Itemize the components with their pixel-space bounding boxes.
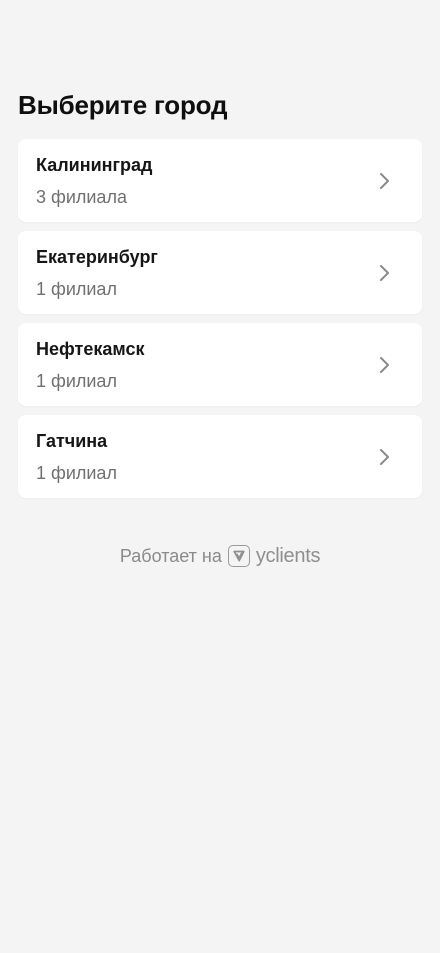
powered-by-text: Работает на xyxy=(119,546,222,566)
city-name: Гатчина xyxy=(36,431,108,451)
city-card-gatchina[interactable]: Гатчина 1 филиал xyxy=(18,415,422,498)
city-name: Екатеринбург xyxy=(36,247,158,267)
powered-by-footer: Работает на yclients xyxy=(0,541,440,571)
brand-name[interactable]: yclients xyxy=(256,541,321,571)
chevron-right-icon xyxy=(378,355,392,375)
branch-count: 1 филиал xyxy=(36,279,117,299)
city-selection-page: Выберите город Калининград 3 филиала Ека… xyxy=(0,0,440,953)
city-list: Калининград 3 филиала Екатеринбург 1 фил… xyxy=(18,139,422,507)
city-name: Нефтекамск xyxy=(36,339,145,359)
branch-count: 3 филиала xyxy=(36,187,127,207)
branch-count: 1 филиал xyxy=(36,463,117,483)
page-title: Выберите город xyxy=(18,90,228,120)
branch-count: 1 филиал xyxy=(36,371,117,391)
city-card-yekaterinburg[interactable]: Екатеринбург 1 филиал xyxy=(18,231,422,314)
yclients-logo-icon xyxy=(227,545,250,567)
city-name: Калининград xyxy=(36,155,153,175)
city-card-kaliningrad[interactable]: Калининград 3 филиала xyxy=(18,139,422,222)
chevron-right-icon xyxy=(378,171,392,191)
chevron-right-icon xyxy=(378,447,392,467)
city-card-neftekamsk[interactable]: Нефтекамск 1 филиал xyxy=(18,323,422,406)
chevron-right-icon xyxy=(378,263,392,283)
